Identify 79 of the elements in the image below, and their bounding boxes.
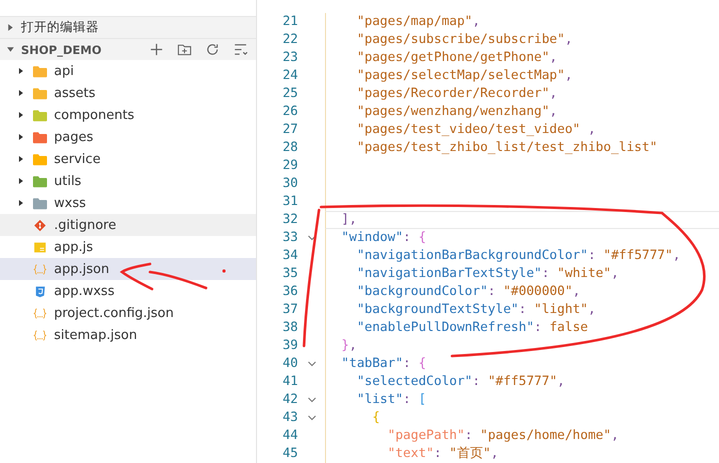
code-line: "pages/selectMap/selectMap", bbox=[356, 68, 573, 83]
collapse-all-icon[interactable] bbox=[233, 42, 248, 57]
file-tree-item[interactable]: api bbox=[0, 60, 256, 82]
dot-annotation bbox=[222, 269, 226, 273]
json-file-icon bbox=[33, 262, 47, 276]
file-tree-item[interactable]: app.json bbox=[0, 258, 256, 280]
chevron-icon bbox=[6, 23, 15, 32]
line-number: 22 bbox=[282, 31, 298, 49]
line-number: 40 bbox=[282, 355, 298, 373]
section-header[interactable]: SHOP_DEMO bbox=[0, 38, 256, 60]
code-line: "navigationBarTextStyle": "white", bbox=[356, 266, 619, 281]
code-line: "pagePath": "pages/home/home", bbox=[386, 428, 619, 443]
code-line: "pages/Recorder/Recorder", bbox=[356, 86, 558, 101]
code-line: "pages/test_video/test_video" , bbox=[356, 122, 596, 137]
file-tree-item[interactable]: app.wxss bbox=[0, 280, 256, 302]
code-line: "text": "首页", bbox=[386, 446, 498, 461]
file-tree-item[interactable]: app.js bbox=[0, 236, 256, 258]
file-tree-item[interactable]: components bbox=[0, 104, 256, 126]
line-number: 38 bbox=[282, 319, 298, 337]
file-tree-item[interactable]: wxss bbox=[0, 192, 256, 214]
line-number: 37 bbox=[282, 301, 298, 319]
code-line: "selectedColor": "#ff5777", bbox=[356, 374, 565, 389]
git-icon bbox=[33, 218, 47, 232]
new-folder-icon[interactable] bbox=[177, 42, 192, 57]
file-tree-item[interactable]: sitemap.json bbox=[0, 324, 256, 346]
section-header[interactable]: 打开的编辑器 bbox=[0, 16, 256, 38]
fold-chevron-icon[interactable] bbox=[306, 359, 316, 369]
line-number: 32 bbox=[282, 211, 298, 229]
css-file-icon bbox=[33, 284, 47, 298]
code-line: "pages/test_zhibo_list/test_zhibo_list" bbox=[356, 140, 658, 155]
line-number: 23 bbox=[282, 49, 298, 67]
line-number: 34 bbox=[282, 247, 298, 265]
code-line: "pages/map/map", bbox=[356, 14, 480, 29]
file-tree-item[interactable]: assets bbox=[0, 82, 256, 104]
line-number: 28 bbox=[282, 139, 298, 157]
code-line: "navigationBarBackgroundColor": "#ff5777", bbox=[356, 248, 680, 263]
line-number: 29 bbox=[282, 157, 298, 175]
code-line: "window": { bbox=[340, 230, 426, 245]
code-line: "enablePullDownRefresh": false bbox=[356, 320, 588, 335]
refresh-icon[interactable] bbox=[205, 42, 220, 57]
fold-chevron-icon[interactable] bbox=[306, 395, 316, 405]
code-line: "backgroundColor": "#000000", bbox=[356, 284, 580, 299]
code-line: ], bbox=[340, 212, 357, 227]
line-number: 26 bbox=[282, 103, 298, 121]
fold-chevron-icon[interactable] bbox=[306, 233, 316, 243]
code-line: "pages/wenzhang/wenzhang", bbox=[356, 104, 558, 119]
line-number: 35 bbox=[282, 265, 298, 283]
code-line: "tabBar": { bbox=[340, 356, 426, 371]
line-number: 39 bbox=[282, 337, 298, 355]
new-file-icon[interactable] bbox=[149, 42, 164, 57]
file-tree-item[interactable]: project.config.json bbox=[0, 302, 256, 324]
line-number: 31 bbox=[282, 193, 298, 211]
line-number: 21 bbox=[282, 13, 298, 31]
line-number: 30 bbox=[282, 175, 298, 193]
fold-chevron-icon[interactable] bbox=[306, 413, 316, 423]
code-line: }, bbox=[340, 338, 357, 353]
code-line: { bbox=[371, 410, 380, 425]
line-number: 36 bbox=[282, 283, 298, 301]
json-file-icon bbox=[33, 328, 47, 342]
code-line: "backgroundTextStyle": "light", bbox=[356, 302, 596, 317]
chevron-icon bbox=[6, 45, 15, 54]
line-number: 41 bbox=[282, 373, 298, 391]
code-line: "list": [ bbox=[356, 392, 426, 407]
code-line: "pages/subscribe/subscribe", bbox=[356, 32, 573, 47]
code-line: "pages/getPhone/getPhone", bbox=[356, 50, 558, 65]
line-number: 44 bbox=[282, 427, 298, 445]
line-number: 42 bbox=[282, 391, 298, 409]
line-number: 45 bbox=[282, 445, 298, 463]
file-tree-item[interactable]: .gitignore bbox=[0, 214, 256, 236]
line-number: 33 bbox=[282, 229, 298, 247]
line-number: 25 bbox=[282, 85, 298, 103]
line-number: 27 bbox=[282, 121, 298, 139]
json-file-icon bbox=[33, 306, 47, 320]
line-number: 24 bbox=[282, 67, 298, 85]
js-file-icon bbox=[33, 240, 47, 254]
line-number: 43 bbox=[282, 409, 298, 427]
file-tree-item[interactable]: utils bbox=[0, 170, 256, 192]
file-tree-item[interactable]: service bbox=[0, 148, 256, 170]
file-tree-item[interactable]: pages bbox=[0, 126, 256, 148]
